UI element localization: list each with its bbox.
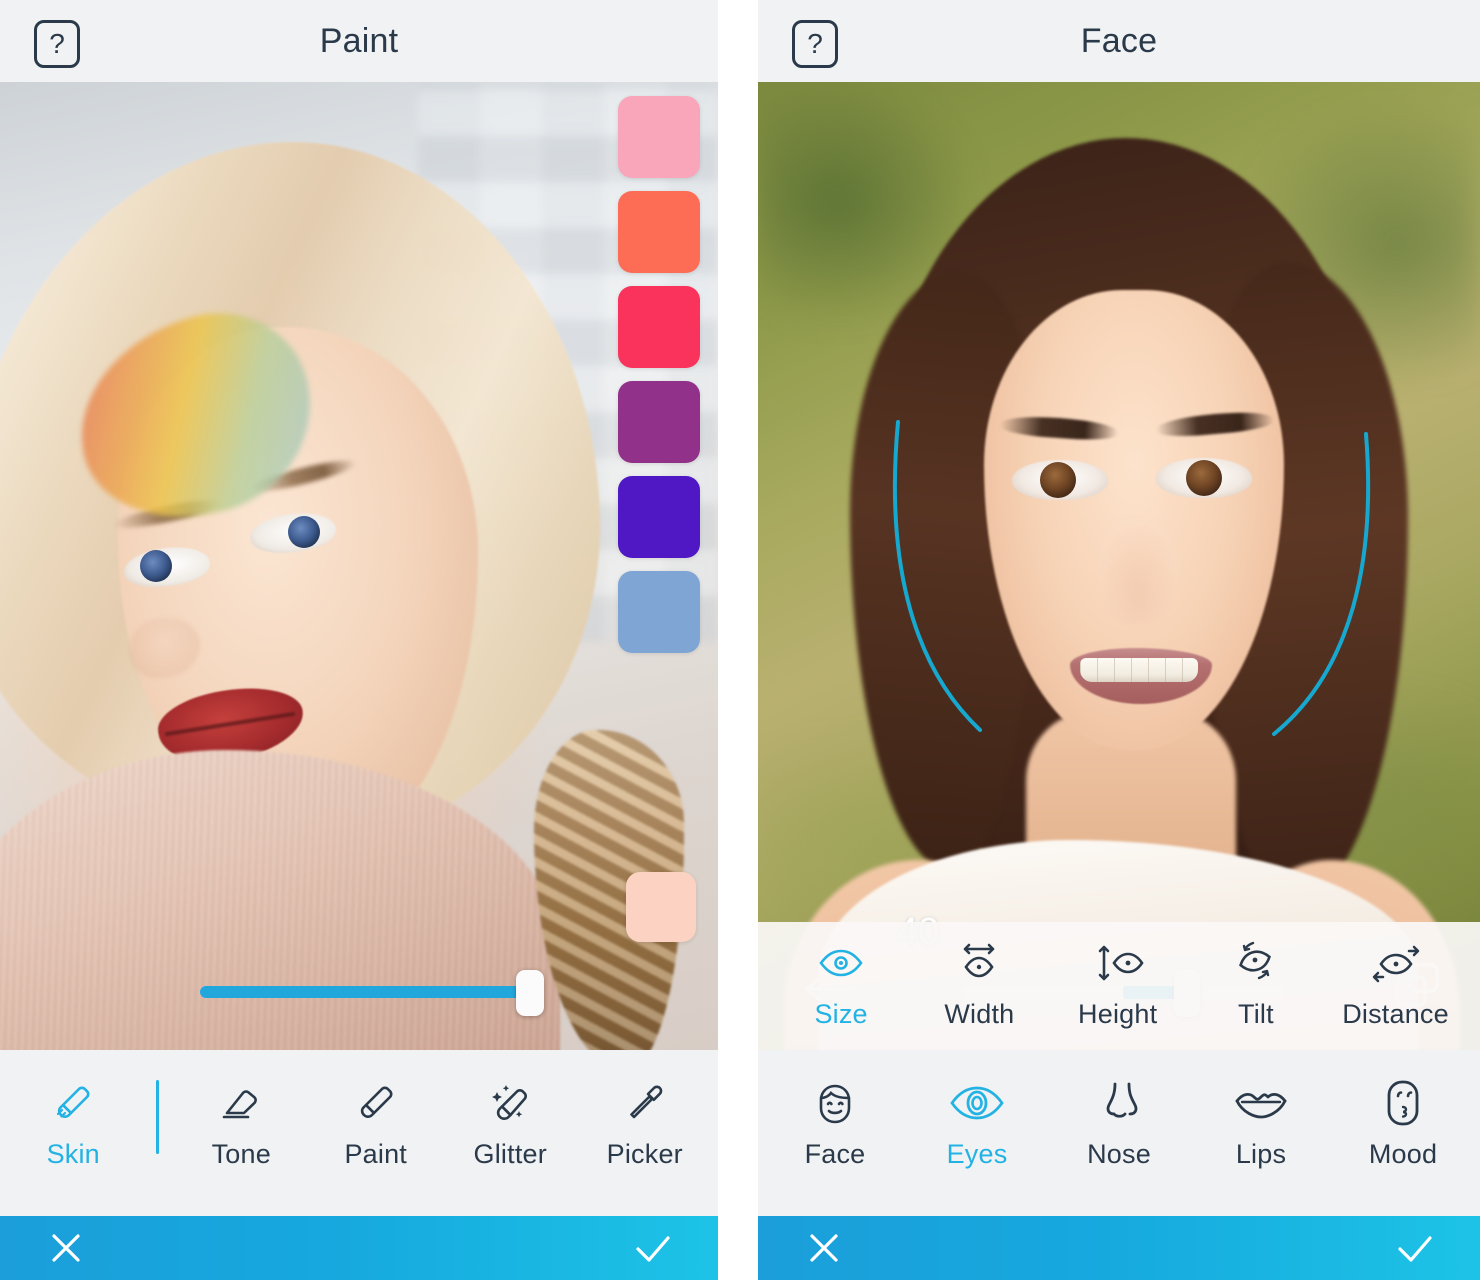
tool-eyes[interactable]: Eyes	[925, 1076, 1029, 1170]
glitter-brush-icon	[484, 1076, 536, 1130]
tool-label: Tone	[211, 1139, 271, 1169]
page-title: Face	[1080, 21, 1158, 60]
confirm-button[interactable]	[630, 1226, 674, 1270]
skin-brush-icon	[47, 1076, 99, 1130]
confirm-button[interactable]	[1392, 1226, 1436, 1270]
face-header: ? Face	[758, 0, 1480, 82]
help-label: ?	[49, 28, 65, 59]
lips-icon	[1232, 1076, 1290, 1130]
iris-right	[288, 516, 320, 548]
panel-divider	[718, 0, 758, 1280]
check-icon	[1398, 1236, 1432, 1262]
tool-label: Nose	[1087, 1139, 1151, 1169]
eyedropper-icon	[619, 1076, 671, 1130]
app-screenshot: ? Paint Skin Tone Paint Glitter Picker ?…	[0, 0, 1480, 1280]
sweater	[0, 750, 560, 1050]
tool-skin[interactable]: Skin	[21, 1076, 125, 1170]
subtool-width[interactable]: Width	[927, 936, 1031, 1030]
paint-header: ? Paint	[0, 0, 718, 82]
close-icon	[52, 1234, 80, 1262]
eye-size-icon	[817, 936, 865, 990]
teeth	[1080, 658, 1198, 682]
brush-size-slider[interactable]	[200, 970, 544, 1016]
eraser-icon	[215, 1076, 267, 1130]
subtool-label: Tilt	[1238, 999, 1274, 1029]
paint-canvas[interactable]	[0, 82, 718, 1050]
face-canvas[interactable]: 40 Size	[758, 82, 1480, 1050]
eye-distance-icon	[1369, 936, 1423, 990]
paint-action-bar	[0, 1216, 718, 1280]
photo-brunette-woman	[758, 82, 1480, 1050]
color-swatch[interactable]	[618, 286, 700, 368]
slider-handle[interactable]	[516, 970, 544, 1016]
tool-label: Skin	[46, 1139, 100, 1169]
tool-face[interactable]: Face	[783, 1076, 887, 1170]
photo-blonde-woman	[0, 82, 718, 1050]
skin-tone-swatch[interactable]	[626, 872, 696, 942]
tool-label: Mood	[1368, 1139, 1438, 1169]
color-swatch[interactable]	[618, 191, 700, 273]
iris-right	[1186, 460, 1222, 496]
check-icon	[636, 1236, 670, 1262]
color-swatch[interactable]	[618, 571, 700, 653]
paint-toolbar: Skin Tone Paint Glitter Picker	[0, 1050, 718, 1216]
tool-label: Eyes	[946, 1139, 1008, 1169]
subtool-size[interactable]: Size	[789, 936, 893, 1030]
tool-label: Lips	[1235, 1139, 1287, 1169]
subtool-label: Height	[1078, 999, 1158, 1029]
face-icon	[808, 1076, 862, 1130]
help-label: ?	[807, 28, 823, 59]
tool-paint[interactable]: Paint	[324, 1076, 428, 1170]
eye-width-icon	[955, 936, 1003, 990]
eye-tilt-icon	[1231, 936, 1281, 990]
paint-panel: ? Paint Skin Tone Paint Glitter Picker	[0, 0, 718, 1280]
color-swatch[interactable]	[618, 381, 700, 463]
mood-icon	[1379, 1076, 1427, 1130]
color-palette[interactable]	[618, 96, 700, 653]
toolbar-divider	[155, 1080, 159, 1154]
tool-mood[interactable]: Mood	[1351, 1076, 1455, 1170]
paintbrush-icon	[350, 1076, 402, 1130]
face-panel: ? Face Size Width Height Tilt Distance F…	[758, 0, 1480, 1280]
subtool-label: Width	[944, 999, 1015, 1029]
subtool-tilt[interactable]: Tilt	[1204, 936, 1308, 1030]
subtool-label: Size	[814, 999, 868, 1029]
slider-fill	[200, 986, 536, 998]
cancel-button[interactable]	[802, 1226, 846, 1270]
iris-left	[1040, 462, 1076, 498]
color-swatch[interactable]	[618, 96, 700, 178]
tool-lips[interactable]: Lips	[1209, 1076, 1313, 1170]
face-action-bar	[758, 1216, 1480, 1280]
tool-label: Picker	[606, 1139, 683, 1169]
help-button[interactable]: ?	[792, 20, 838, 68]
cancel-button[interactable]	[44, 1226, 88, 1270]
tool-nose[interactable]: Nose	[1067, 1076, 1171, 1170]
eye-icon	[948, 1076, 1006, 1130]
face-toolbar: Face Eyes Nose Lips Mood	[758, 1050, 1480, 1216]
iris-left	[140, 550, 172, 582]
nose	[1096, 520, 1180, 624]
help-button[interactable]: ?	[34, 20, 80, 68]
tool-label: Paint	[344, 1139, 408, 1169]
tool-label: Face	[804, 1139, 866, 1169]
color-swatch[interactable]	[618, 476, 700, 558]
subtool-height[interactable]: Height	[1066, 936, 1170, 1030]
nose-icon	[1095, 1076, 1143, 1130]
subtool-distance[interactable]: Distance	[1342, 936, 1449, 1030]
eye-height-icon	[1092, 936, 1144, 990]
tool-label: Glitter	[473, 1139, 547, 1169]
page-title: Paint	[319, 21, 399, 60]
tool-picker[interactable]: Picker	[593, 1076, 697, 1170]
tool-tone[interactable]: Tone	[189, 1076, 293, 1170]
eye-subtoolbar: Size Width Height Tilt Distance	[758, 922, 1480, 1050]
tool-glitter[interactable]: Glitter	[458, 1076, 562, 1170]
subtool-label: Distance	[1342, 999, 1449, 1029]
close-icon	[810, 1234, 838, 1262]
